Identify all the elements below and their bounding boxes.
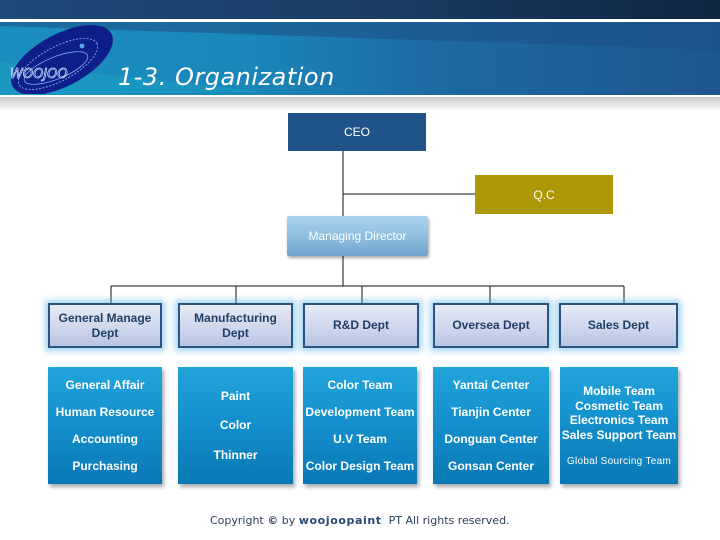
header-shadow xyxy=(0,97,720,111)
svg-text:WOOJOO: WOOJOO xyxy=(10,67,68,82)
team-item: Purchasing xyxy=(72,459,138,474)
team-item: Accounting xyxy=(72,432,138,447)
team-item: Mobile Team xyxy=(583,384,655,398)
dept-rnd: R&D Dept xyxy=(303,303,419,348)
team-item: Color xyxy=(219,418,252,433)
qc-label: Q.C xyxy=(533,187,555,202)
dept-label: Oversea Dept xyxy=(452,318,530,332)
teams-manufacturing: Paint Color Thinner xyxy=(178,367,293,484)
dept-label: Sales Dept xyxy=(587,318,650,332)
page-title: 1-3. Organization xyxy=(118,63,335,91)
copyright-symbol: © xyxy=(267,514,279,527)
dept-manufacturing: Manufacturing Dept xyxy=(178,303,293,348)
woojoo-logo-icon: WOOJOO xyxy=(10,25,113,94)
copyright-brand: woojoopaint xyxy=(298,514,382,527)
copyright-footer: Copyright © by woojoopaint PT All rights… xyxy=(210,514,510,527)
copyright-prefix: Copyright xyxy=(210,514,264,527)
teams-general-manage: General Affair Human Resource Accounting… xyxy=(48,367,162,484)
teams-sales: Mobile Team Cosmetic Team Electronics Te… xyxy=(560,367,678,484)
team-item: Sales Support Team xyxy=(561,427,677,442)
dept-oversea: Oversea Dept xyxy=(433,303,549,348)
team-item: Electronics Team xyxy=(569,413,669,427)
qc-box: Q.C xyxy=(475,175,613,214)
team-item: Gonsan Center xyxy=(447,459,534,474)
team-item: Donguan Center xyxy=(444,432,538,447)
ceo-label: CEO xyxy=(343,125,370,139)
team-item: Development Team xyxy=(305,404,415,419)
team-item: U.V Team xyxy=(333,432,387,447)
team-item: Cosmetic Team xyxy=(575,398,663,413)
team-item: Tianjin Center xyxy=(451,404,531,419)
teams-rnd: Color Team Development Team U.V Team Col… xyxy=(303,367,417,484)
team-item-global-sourcing: Global Sourcing Team xyxy=(566,456,672,467)
dept-label: Manufacturing Dept xyxy=(194,310,277,340)
team-item: Thinner xyxy=(213,448,258,463)
dept-label: General Manage Dept xyxy=(59,311,152,341)
dept-sales: Sales Dept xyxy=(559,303,678,348)
team-item: Color Design Team xyxy=(305,459,415,474)
team-item: Yantai Center xyxy=(452,377,530,392)
teams-oversea: Yantai Center Tianjin Center Donguan Cen… xyxy=(433,367,549,484)
dept-label-line: General Manage xyxy=(58,310,152,325)
dept-label-line: Dept xyxy=(91,325,119,340)
dept-general-manage: General Manage Dept xyxy=(48,303,162,348)
header-top-bar xyxy=(0,0,720,19)
team-item: Color Team xyxy=(327,377,393,392)
team-item: Human Resource xyxy=(55,404,155,419)
ceo-box: CEO xyxy=(288,113,426,151)
managing-director-label: Managing Director xyxy=(308,229,407,243)
copyright-suffix: PT All rights reserved. xyxy=(388,514,510,527)
team-item: Paint xyxy=(220,388,251,403)
team-item: General Affair xyxy=(65,377,145,392)
copyright-by: by xyxy=(281,514,296,527)
dept-label: R&D Dept xyxy=(333,318,389,332)
managing-director-box: Managing Director xyxy=(287,216,428,256)
